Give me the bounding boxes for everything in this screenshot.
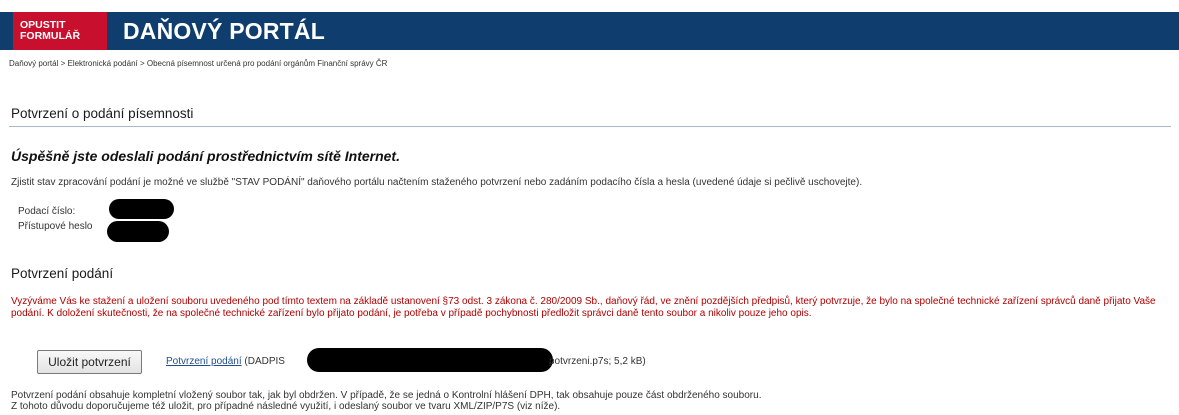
- confirmation-file-line: Potvrzení podání (DADPIS: [166, 356, 285, 367]
- exit-form-button[interactable]: OPUSTIT FORMULÁŘ: [13, 12, 107, 50]
- redacted-file-name: [307, 348, 553, 372]
- confirmation-file-link[interactable]: Potvrzení podání: [166, 356, 242, 367]
- note-line-2: Z tohoto důvodu doporučujeme též uložit,…: [11, 401, 561, 412]
- confirmation-note: Potvrzení podání obsahuje kompletní vlož…: [11, 390, 761, 412]
- breadcrumb-item-current: Obecná písemnost určená pro podání orgán…: [146, 59, 388, 68]
- info-text: Zjistit stav zpracování podání je možné …: [11, 177, 863, 188]
- title-divider: [9, 126, 1171, 127]
- confirmation-title: Potvrzení podání: [11, 266, 114, 281]
- exit-form-label-line2: FORMULÁŘ: [20, 30, 81, 42]
- breadcrumb-item-portal[interactable]: Daňový portál: [9, 59, 58, 68]
- legal-warning-text: Vyzýváme Vás ke stažení a uložení soubor…: [11, 296, 1156, 319]
- file-name-prefix: (DADPIS: [244, 356, 285, 367]
- success-message: Úspěšně jste odeslali podání prostřednic…: [11, 148, 400, 164]
- page-title: Potvrzení o podání písemnosti: [11, 106, 194, 121]
- redacted-pristupove-heslo: [107, 221, 169, 242]
- redacted-podaci-cislo: [109, 199, 174, 219]
- portal-title: DAŇOVÝ PORTÁL: [123, 18, 325, 44]
- file-name-suffix: potvrzeni.p7s; 5,2 kB): [549, 356, 646, 367]
- breadcrumb-item-elektronicka-podani[interactable]: Elektronická podání: [67, 59, 137, 68]
- save-confirmation-button[interactable]: Uložit potvrzení: [37, 350, 142, 374]
- portal-header: OPUSTIT FORMULÁŘ DAŇOVÝ PORTÁL: [0, 12, 1179, 50]
- podaci-cislo-label: Podací číslo:: [18, 206, 76, 217]
- breadcrumb: Daňový portál > Elektronická podání > Ob…: [9, 59, 387, 68]
- breadcrumb-separator: >: [137, 59, 147, 68]
- pristupove-heslo-label: Přístupové heslo: [18, 221, 93, 232]
- note-line-1: Potvrzení podání obsahuje kompletní vlož…: [11, 390, 762, 401]
